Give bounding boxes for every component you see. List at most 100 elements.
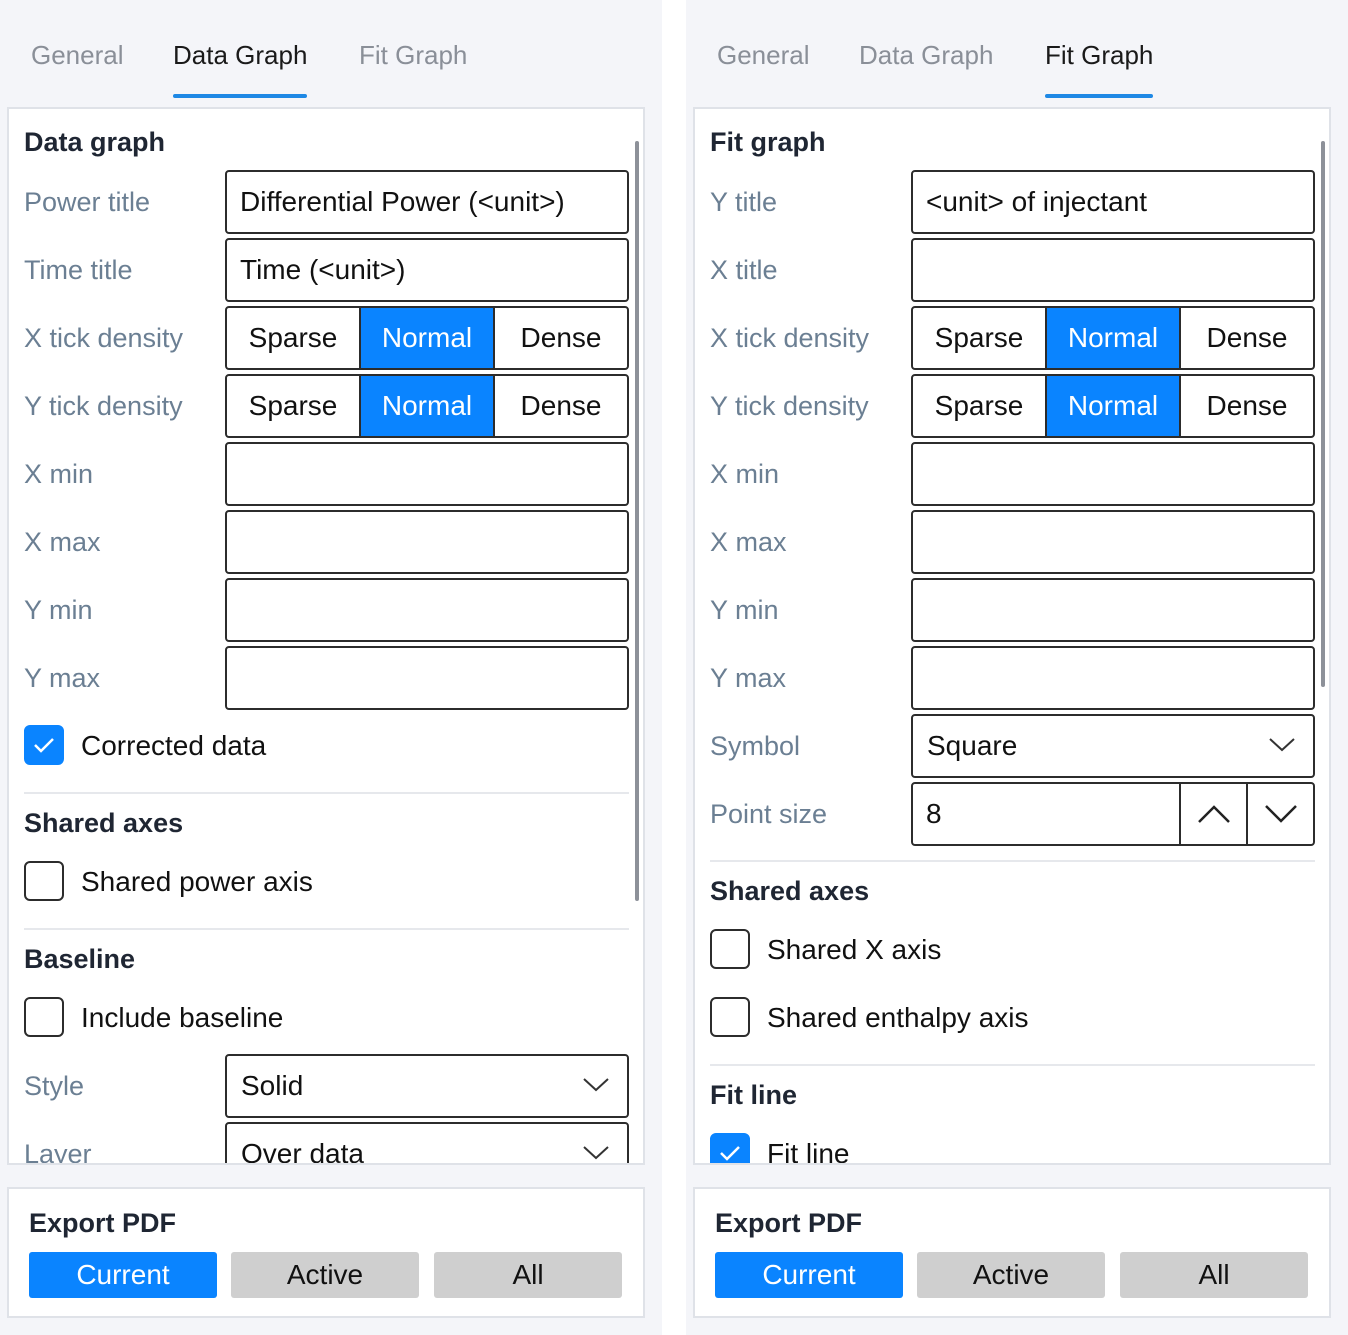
y-tick-dense-option[interactable]: Dense bbox=[493, 376, 627, 436]
y-min-input[interactable] bbox=[911, 578, 1315, 642]
scrollbar[interactable] bbox=[1321, 141, 1325, 687]
style-select-value: Solid bbox=[241, 1070, 304, 1101]
chevron-up-icon bbox=[1198, 805, 1230, 823]
y-title-input[interactable]: <unit> of injectant bbox=[911, 170, 1315, 234]
tab-general[interactable]: General bbox=[31, 38, 124, 72]
x-min-input[interactable] bbox=[225, 442, 629, 506]
y-max-input[interactable] bbox=[911, 646, 1315, 710]
x-title-input[interactable] bbox=[911, 238, 1315, 302]
y-tick-density-label: Y tick density bbox=[24, 391, 183, 421]
export-active-button[interactable]: Active bbox=[917, 1252, 1105, 1298]
y-min-label: Y min bbox=[710, 595, 779, 625]
y-tick-sparse-option[interactable]: Sparse bbox=[227, 376, 359, 436]
divider bbox=[710, 1064, 1315, 1066]
y-max-label: Y max bbox=[24, 663, 101, 693]
export-current-button[interactable]: Current bbox=[29, 1252, 217, 1298]
export-all-button[interactable]: All bbox=[434, 1252, 622, 1298]
checkmark-icon bbox=[34, 738, 54, 753]
y-tick-normal-option[interactable]: Normal bbox=[1045, 376, 1179, 436]
tab-general[interactable]: General bbox=[717, 38, 810, 72]
x-tick-sparse-option[interactable]: Sparse bbox=[227, 308, 359, 368]
section-title-data-graph: Data graph bbox=[24, 127, 166, 157]
left-settings-panel: General Data Graph Fit Graph Data graph … bbox=[0, 0, 662, 1335]
symbol-select-value: Square bbox=[927, 730, 1018, 761]
checkmark-icon bbox=[720, 1146, 740, 1161]
layer-select[interactable]: Over data bbox=[225, 1122, 629, 1165]
power-title-input[interactable]: Differential Power (<unit>) bbox=[225, 170, 629, 234]
fit-line-label[interactable]: Fit line bbox=[767, 1137, 849, 1163]
include-baseline-checkbox[interactable] bbox=[24, 997, 64, 1037]
y-max-label: Y max bbox=[710, 663, 787, 693]
style-label: Style bbox=[24, 1071, 85, 1101]
settings-scroll-area[interactable]: Data graph Power title Differential Powe… bbox=[7, 107, 645, 1165]
chevron-down-icon bbox=[1269, 738, 1295, 752]
point-size-value[interactable]: 8 bbox=[926, 784, 942, 844]
section-title-shared-axes: Shared axes bbox=[24, 808, 184, 838]
shared-power-axis-checkbox[interactable] bbox=[24, 861, 64, 901]
y-tick-density-label: Y tick density bbox=[710, 391, 869, 421]
style-select[interactable]: Solid bbox=[225, 1054, 629, 1118]
y-tick-density-segmented: Sparse Normal Dense bbox=[225, 374, 629, 438]
divider bbox=[24, 928, 629, 930]
x-max-label: X max bbox=[710, 527, 787, 557]
x-max-input[interactable] bbox=[911, 510, 1315, 574]
x-tick-normal-option[interactable]: Normal bbox=[359, 308, 493, 368]
tab-data-graph[interactable]: Data Graph bbox=[173, 38, 308, 98]
time-title-input[interactable]: Time (<unit>) bbox=[225, 238, 629, 302]
corrected-data-checkbox[interactable] bbox=[24, 725, 64, 765]
chevron-down-icon bbox=[583, 1078, 609, 1092]
tab-fit-graph[interactable]: Fit Graph bbox=[1045, 38, 1154, 98]
section-title-baseline: Baseline bbox=[24, 944, 136, 974]
decrement-button[interactable] bbox=[1246, 784, 1315, 844]
corrected-data-label[interactable]: Corrected data bbox=[81, 729, 266, 763]
export-pdf-title: Export PDF bbox=[29, 1208, 177, 1238]
chevron-down-icon bbox=[583, 1146, 609, 1160]
symbol-select[interactable]: Square bbox=[911, 714, 1315, 778]
x-min-input[interactable] bbox=[911, 442, 1315, 506]
include-baseline-label[interactable]: Include baseline bbox=[81, 1001, 283, 1035]
export-all-button[interactable]: All bbox=[1120, 1252, 1308, 1298]
x-tick-dense-option[interactable]: Dense bbox=[1179, 308, 1313, 368]
x-tick-sparse-option[interactable]: Sparse bbox=[913, 308, 1045, 368]
y-title-label: Y title bbox=[710, 187, 778, 217]
x-title-label: X title bbox=[710, 255, 778, 285]
x-min-label: X min bbox=[24, 459, 94, 489]
y-tick-density-segmented: Sparse Normal Dense bbox=[911, 374, 1315, 438]
export-active-button[interactable]: Active bbox=[231, 1252, 419, 1298]
x-tick-density-label: X tick density bbox=[24, 323, 184, 353]
shared-enthalpy-axis-label[interactable]: Shared enthalpy axis bbox=[767, 1001, 1029, 1035]
section-title-shared-axes: Shared axes bbox=[710, 876, 870, 906]
tab-bar: General Data Graph Fit Graph bbox=[686, 0, 1348, 100]
shared-power-axis-label[interactable]: Shared power axis bbox=[81, 865, 313, 899]
shared-x-axis-label[interactable]: Shared X axis bbox=[767, 933, 941, 967]
export-current-button[interactable]: Current bbox=[715, 1252, 903, 1298]
layer-select-value: Over data bbox=[241, 1138, 364, 1165]
x-max-input[interactable] bbox=[225, 510, 629, 574]
scrollbar[interactable] bbox=[635, 141, 639, 901]
increment-button[interactable] bbox=[1179, 784, 1248, 844]
y-tick-sparse-option[interactable]: Sparse bbox=[913, 376, 1045, 436]
y-tick-normal-option[interactable]: Normal bbox=[359, 376, 493, 436]
tab-fit-graph[interactable]: Fit Graph bbox=[359, 38, 467, 72]
power-title-label: Power title bbox=[24, 187, 151, 217]
export-pdf-title: Export PDF bbox=[715, 1208, 863, 1238]
divider bbox=[710, 860, 1315, 862]
x-tick-density-label: X tick density bbox=[710, 323, 870, 353]
shared-x-axis-checkbox[interactable] bbox=[710, 929, 750, 969]
divider bbox=[24, 792, 629, 794]
point-size-stepper[interactable]: 8 bbox=[911, 782, 1315, 846]
export-pdf-section: Export PDF Current Active All bbox=[693, 1187, 1331, 1318]
settings-scroll-area[interactable]: Fit graph Y title <unit> of injectant X … bbox=[693, 107, 1331, 1165]
x-tick-normal-option[interactable]: Normal bbox=[1045, 308, 1179, 368]
tab-data-graph[interactable]: Data Graph bbox=[859, 38, 993, 72]
export-pdf-section: Export PDF Current Active All bbox=[7, 1187, 645, 1318]
y-min-input[interactable] bbox=[225, 578, 629, 642]
chevron-down-icon bbox=[1265, 805, 1297, 823]
y-max-input[interactable] bbox=[225, 646, 629, 710]
tab-bar: General Data Graph Fit Graph bbox=[0, 0, 662, 100]
y-tick-dense-option[interactable]: Dense bbox=[1179, 376, 1313, 436]
shared-enthalpy-axis-checkbox[interactable] bbox=[710, 997, 750, 1037]
fit-line-checkbox[interactable] bbox=[710, 1133, 750, 1163]
x-tick-dense-option[interactable]: Dense bbox=[493, 308, 627, 368]
symbol-label: Symbol bbox=[710, 731, 801, 761]
